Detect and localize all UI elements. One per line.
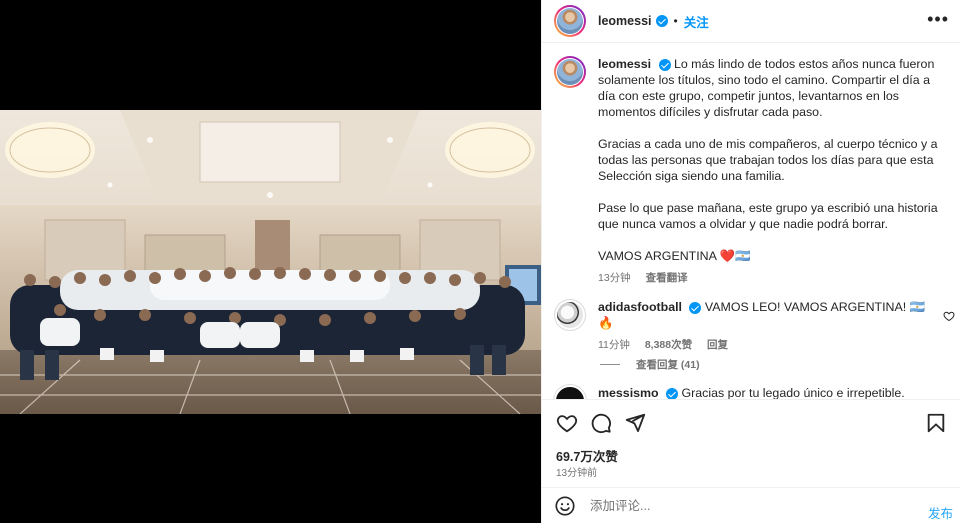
replies-divider-line (600, 364, 620, 365)
commenter-avatar[interactable] (554, 299, 586, 331)
share-paper-plane-icon[interactable] (624, 412, 646, 434)
comment-bubble-icon[interactable] (590, 412, 612, 434)
comment-item: adidasfootball VAMOS LEO! VAMOS ARGENTIN… (554, 299, 952, 352)
caption-text: leomessi Lo más lindo de todos estos año… (598, 56, 938, 264)
view-replies-button[interactable]: 查看回复 (41) (600, 357, 700, 372)
reply-button[interactable]: 回复 (707, 339, 728, 351)
author-username[interactable]: leomessi (598, 14, 652, 28)
comment-input[interactable] (590, 498, 910, 513)
commenter-verified-icon (666, 387, 679, 399)
instagram-post-view: leomessi • 关注 ••• leomessi Lo más lindo … (0, 0, 960, 523)
commenter-username[interactable]: messismo (598, 386, 659, 399)
save-bookmark-icon[interactable] (925, 412, 947, 434)
post-comment-button[interactable]: 发布 (928, 503, 953, 522)
follow-button[interactable]: 关注 (684, 12, 709, 31)
like-heart-icon[interactable] (556, 412, 578, 434)
post-photo[interactable] (0, 110, 541, 414)
commenter-avatar[interactable] (554, 385, 586, 399)
post-detail-panel: leomessi • 关注 ••• leomessi Lo más lindo … (541, 0, 960, 523)
emoji-icon[interactable] (554, 495, 576, 517)
caption-item: leomessi Lo más lindo de todos estos año… (554, 56, 952, 285)
commenter-username[interactable]: adidasfootball (598, 300, 682, 314)
football-icon (557, 302, 583, 328)
add-comment-bar: 发布 (542, 487, 960, 523)
separator-dot: • (673, 14, 678, 28)
comment-time: 11分钟 (598, 339, 630, 351)
comment-likes[interactable]: 8,388次赞 (645, 339, 692, 351)
likes-count[interactable]: 69.7万次赞 (556, 446, 618, 465)
comment-item: messismo Gracias por tu legado único e i… (554, 385, 952, 399)
post-header: leomessi • 关注 ••• (542, 0, 960, 43)
comment-text: messismo Gracias por tu legado único e i… (598, 385, 938, 399)
comment-like-heart-icon[interactable] (943, 310, 955, 322)
caption-time: 13分钟 (598, 272, 631, 284)
comment-text: adidasfootball VAMOS LEO! VAMOS ARGENTIN… (598, 299, 938, 331)
caption-paragraph-3: Pase lo que pase mañana, este grupo ya e… (598, 201, 938, 231)
comment-body: Gracias por tu legado único e irrepetibl… (681, 386, 905, 399)
caption-paragraph-2: Gracias a cada uno de mis compañeros, al… (598, 137, 938, 183)
team-photo-image (0, 110, 541, 414)
caption-verified-icon (658, 58, 671, 71)
more-options-icon[interactable]: ••• (927, 10, 949, 28)
view-replies-label: 查看回复 (41) (636, 359, 700, 371)
caption-avatar[interactable] (554, 56, 586, 88)
verified-badge-icon (655, 15, 668, 27)
posted-time[interactable]: 13分钟前 (556, 464, 597, 479)
comments-scroll-area[interactable]: leomessi Lo más lindo de todos estos año… (542, 44, 960, 399)
media-pane (0, 0, 541, 523)
caption-username[interactable]: leomessi (598, 57, 651, 71)
post-actions-bar: 69.7万次赞 13分钟前 (542, 399, 960, 479)
caption-paragraph-4: VAMOS ARGENTINA ❤️🇦🇷 (598, 249, 751, 263)
caption-meta: 13分钟 查看翻译 (598, 270, 938, 285)
comment-meta: 11分钟 8,388次赞 回复 (598, 337, 938, 352)
author-avatar[interactable] (554, 5, 586, 37)
action-icons (556, 412, 658, 434)
commenter-verified-icon (689, 301, 702, 314)
see-translation-link[interactable]: 查看翻译 (646, 272, 688, 284)
